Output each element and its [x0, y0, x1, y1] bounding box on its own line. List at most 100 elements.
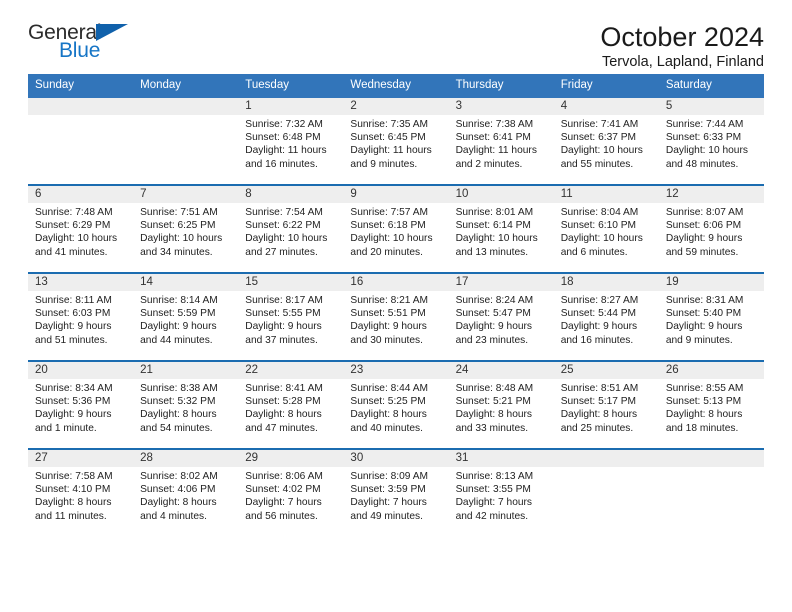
daylight-duration-line1: Daylight: 9 hours [140, 321, 217, 333]
day-details: Sunrise: 7:38 AM Sunset: 6:41 PM Daylight:… [449, 115, 554, 172]
day-number: 1 [238, 97, 344, 115]
weekday-header-wednesday: Wednesday [343, 74, 449, 98]
calendar-day-cell[interactable]: 2 Sunrise: 7:35 AM Sunset: 6:45 PM Daylight… [343, 97, 449, 185]
daylight-duration-line2: and 59 minutes. [665, 246, 739, 258]
calendar-page: General Blue October 2024 Tervola, Lapla… [0, 0, 792, 612]
day-cell-inner: 29 Sunrise: 8:06 AM Sunset: 4:02 PM Dayligh… [238, 449, 344, 536]
calendar-day-cell[interactable]: 9 Sunrise: 7:57 AM Sunset: 6:18 PM Daylight… [343, 183, 449, 273]
logo[interactable]: General Blue [28, 22, 148, 68]
daylight-duration-line1: Daylight: 11 hours [455, 145, 537, 157]
weekday-header-saturday: Saturday [658, 74, 764, 98]
daylight-duration-line2: and 56 minutes. [245, 510, 318, 522]
calendar-day-cell[interactable]: 23 Sunrise: 8:44 AM Sunset: 5:25 PM Dayligh… [343, 359, 449, 449]
calendar-day-cell[interactable]: 25 Sunrise: 8:51 AM Sunset: 5:17 PM Dayligh… [553, 359, 659, 449]
sunrise-time: Sunrise: 7:48 AM [35, 206, 113, 218]
sunset-time: Sunset: 5:55 PM [245, 308, 321, 320]
calendar-day-cell[interactable]: 14 Sunrise: 8:14 AM Sunset: 5:59 PM Dayligh… [133, 271, 239, 361]
day-details: Sunrise: 8:24 AM Sunset: 5:47 PM Daylight:… [449, 291, 554, 348]
calendar-day-cell[interactable]: 18 Sunrise: 8:27 AM Sunset: 5:44 PM Dayligh… [553, 271, 659, 361]
sunrise-time: Sunrise: 8:34 AM [35, 382, 113, 394]
calendar-day-cell[interactable]: 30 Sunrise: 8:09 AM Sunset: 3:59 PM Dayligh… [343, 447, 449, 536]
calendar-day-cell[interactable]: 16 Sunrise: 8:21 AM Sunset: 5:51 PM Dayligh… [343, 271, 449, 361]
day-details: Sunrise: 8:48 AM Sunset: 5:21 PM Daylight:… [449, 379, 554, 436]
sunset-time: Sunset: 5:51 PM [350, 308, 426, 320]
calendar-day-cell[interactable]: 21 Sunrise: 8:38 AM Sunset: 5:32 PM Dayligh… [133, 359, 239, 449]
daylight-duration-line2: and 1 minute. [35, 422, 97, 434]
daylight-duration-line2: and 54 minutes. [140, 422, 213, 434]
sunrise-time: Sunrise: 8:01 AM [455, 206, 534, 218]
day-cell-inner: 5 Sunrise: 7:44 AM Sunset: 6:33 PM Daylight… [658, 97, 764, 184]
daylight-duration-line1: Daylight: 9 hours [455, 321, 533, 333]
sunrise-time: Sunrise: 8:04 AM [560, 206, 639, 218]
day-cell-inner [658, 449, 764, 536]
day-number: 3 [448, 97, 554, 115]
calendar-day-cell[interactable]: 4 Sunrise: 7:41 AM Sunset: 6:37 PM Daylight… [553, 97, 659, 185]
day-cell-inner [133, 97, 239, 184]
calendar-day-cell[interactable]: 6 Sunrise: 7:48 AM Sunset: 6:29 PM Daylight… [28, 183, 134, 273]
calendar-day-cell[interactable]: 3 Sunrise: 7:38 AM Sunset: 6:41 PM Daylight… [448, 97, 554, 185]
calendar-day-cell[interactable]: 12 Sunrise: 8:07 AM Sunset: 6:06 PM Dayligh… [658, 183, 764, 273]
calendar-table: Sunday Monday Tuesday Wednesday Thursday… [28, 74, 764, 536]
day-number: 24 [448, 361, 554, 379]
daylight-duration-line2: and 16 minutes. [245, 158, 318, 170]
daylight-duration-line1: Daylight: 7 hours [350, 497, 427, 509]
calendar-day-cell[interactable]: 28 Sunrise: 8:02 AM Sunset: 4:06 PM Dayligh… [133, 447, 239, 536]
calendar-day-cell[interactable]: 17 Sunrise: 8:24 AM Sunset: 5:47 PM Dayligh… [448, 271, 554, 361]
page-title: October 2024 [600, 22, 764, 52]
sunset-time: Sunset: 5:21 PM [455, 396, 531, 408]
sunset-time: Sunset: 6:22 PM [245, 220, 321, 232]
daylight-duration-line1: Daylight: 8 hours [140, 497, 217, 509]
sunrise-time: Sunrise: 7:41 AM [560, 118, 639, 130]
day-details: Sunrise: 8:02 AM Sunset: 4:06 PM Daylight:… [133, 467, 238, 524]
calendar-day-cell[interactable]: 19 Sunrise: 8:31 AM Sunset: 5:40 PM Dayligh… [658, 271, 764, 361]
calendar-day-cell[interactable]: 13 Sunrise: 8:11 AM Sunset: 6:03 PM Dayligh… [28, 271, 134, 361]
daylight-duration-line1: Daylight: 9 hours [560, 321, 638, 333]
sunrise-time: Sunrise: 8:27 AM [560, 294, 639, 306]
sunset-time: Sunset: 6:06 PM [665, 220, 742, 232]
calendar-day-cell[interactable]: 7 Sunrise: 7:51 AM Sunset: 6:25 PM Daylight… [133, 183, 239, 273]
sunset-time: Sunset: 6:41 PM [455, 132, 531, 144]
day-number: 17 [448, 273, 554, 291]
day-number: 15 [238, 273, 344, 291]
daylight-duration-line1: Daylight: 11 hours [350, 145, 432, 157]
calendar-day-cell[interactable]: 29 Sunrise: 8:06 AM Sunset: 4:02 PM Dayligh… [238, 447, 344, 536]
calendar-day-cell[interactable]: 11 Sunrise: 8:04 AM Sunset: 6:10 PM Dayligh… [553, 183, 659, 273]
daylight-duration-line1: Daylight: 10 hours [665, 145, 748, 157]
day-cell-inner: 21 Sunrise: 8:38 AM Sunset: 5:32 PM Dayligh… [133, 361, 239, 448]
calendar-day-cell[interactable]: 31 Sunrise: 8:13 AM Sunset: 3:55 PM Dayligh… [448, 447, 554, 536]
day-cell-inner: 9 Sunrise: 7:57 AM Sunset: 6:18 PM Daylight… [343, 185, 449, 272]
day-details: Sunrise: 8:51 AM Sunset: 5:17 PM Daylight:… [554, 379, 659, 436]
daylight-duration-line2: and 13 minutes. [455, 246, 529, 258]
day-cell-inner: 18 Sunrise: 8:27 AM Sunset: 5:44 PM Dayligh… [553, 273, 659, 360]
calendar-day-cell[interactable]: 8 Sunrise: 7:54 AM Sunset: 6:22 PM Daylight… [238, 183, 344, 273]
day-number: 30 [343, 449, 449, 467]
day-details: Sunrise: 7:57 AM Sunset: 6:18 PM Daylight:… [343, 203, 448, 260]
sunrise-time: Sunrise: 7:57 AM [350, 206, 429, 218]
calendar-day-cell[interactable]: 22 Sunrise: 8:41 AM Sunset: 5:28 PM Dayligh… [238, 359, 344, 449]
calendar-day-cell[interactable]: 20 Sunrise: 8:34 AM Sunset: 5:36 PM Dayligh… [28, 359, 134, 449]
sunset-time: Sunset: 6:48 PM [245, 132, 321, 144]
day-number: 7 [133, 185, 239, 203]
weekday-header-friday: Friday [553, 74, 659, 98]
day-details: Sunrise: 8:44 AM Sunset: 5:25 PM Daylight:… [343, 379, 448, 436]
calendar-day-cell[interactable]: 10 Sunrise: 8:01 AM Sunset: 6:14 PM Dayligh… [448, 183, 554, 273]
calendar-day-cell[interactable]: 24 Sunrise: 8:48 AM Sunset: 5:21 PM Dayligh… [448, 359, 554, 449]
day-number: 14 [133, 273, 239, 291]
sunrise-time: Sunrise: 8:51 AM [560, 382, 639, 394]
calendar-day-cell[interactable]: 5 Sunrise: 7:44 AM Sunset: 6:33 PM Daylight… [658, 97, 764, 185]
sunrise-time: Sunrise: 8:24 AM [455, 294, 534, 306]
calendar-day-cell[interactable]: 27 Sunrise: 7:58 AM Sunset: 4:10 PM Dayligh… [28, 447, 134, 536]
day-cell-inner: 1 Sunrise: 7:32 AM Sunset: 6:48 PM Daylight… [238, 97, 344, 184]
calendar-day-cell[interactable]: 15 Sunrise: 8:17 AM Sunset: 5:55 PM Dayligh… [238, 271, 344, 361]
daylight-duration-line1: Daylight: 10 hours [350, 233, 433, 245]
sunset-time: Sunset: 6:29 PM [35, 220, 111, 232]
sunset-time: Sunset: 6:33 PM [665, 132, 742, 144]
sunrise-time: Sunrise: 8:21 AM [350, 294, 429, 306]
daylight-duration-line2: and 44 minutes. [140, 334, 213, 346]
daylight-duration-line1: Daylight: 11 hours [245, 145, 327, 157]
calendar-day-cell[interactable]: 26 Sunrise: 8:55 AM Sunset: 5:13 PM Dayligh… [658, 359, 764, 449]
day-cell-inner: 3 Sunrise: 7:38 AM Sunset: 6:41 PM Daylight… [448, 97, 554, 184]
daylight-duration-line1: Daylight: 9 hours [245, 321, 322, 333]
day-cell-inner: 20 Sunrise: 8:34 AM Sunset: 5:36 PM Dayligh… [28, 361, 134, 448]
calendar-day-cell[interactable]: 1 Sunrise: 7:32 AM Sunset: 6:48 PM Daylight… [238, 97, 344, 185]
